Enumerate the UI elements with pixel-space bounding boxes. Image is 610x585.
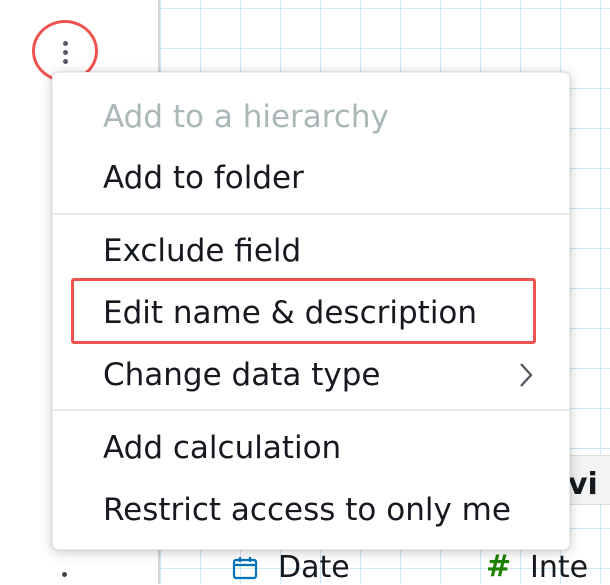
menu-item-restrict-access[interactable]: Restrict access to only me	[53, 481, 569, 539]
menu-item-add-to-hierarchy: Add to a hierarchy	[103, 99, 389, 135]
menu-item-edit-name-description[interactable]: Edit name & description	[53, 284, 569, 342]
menu-item-exclude-field[interactable]: Exclude field	[53, 222, 569, 280]
kebab-icon	[63, 59, 68, 64]
menu-item-change-data-type[interactable]: Change data type	[53, 346, 569, 404]
field-context-menu: Add to a hierarchy Add to folder Exclude…	[52, 72, 570, 550]
more-dot	[62, 572, 67, 577]
menu-item-change-data-type-label: Change data type	[103, 357, 381, 393]
menu-divider	[53, 213, 569, 215]
table-header-text: vi	[568, 467, 598, 502]
chevron-right-icon	[520, 363, 533, 387]
menu-item-add-calculation[interactable]: Add calculation	[53, 419, 569, 477]
kebab-icon	[63, 50, 68, 55]
menu-divider	[53, 409, 569, 411]
field-date-label[interactable]: Date	[278, 550, 350, 585]
menu-item-add-to-folder[interactable]: Add to folder	[53, 149, 569, 207]
hash-icon: #	[486, 549, 512, 584]
field-integer-label[interactable]: Inte	[530, 550, 588, 585]
kebab-icon	[63, 41, 68, 46]
calendar-icon	[232, 557, 258, 580]
